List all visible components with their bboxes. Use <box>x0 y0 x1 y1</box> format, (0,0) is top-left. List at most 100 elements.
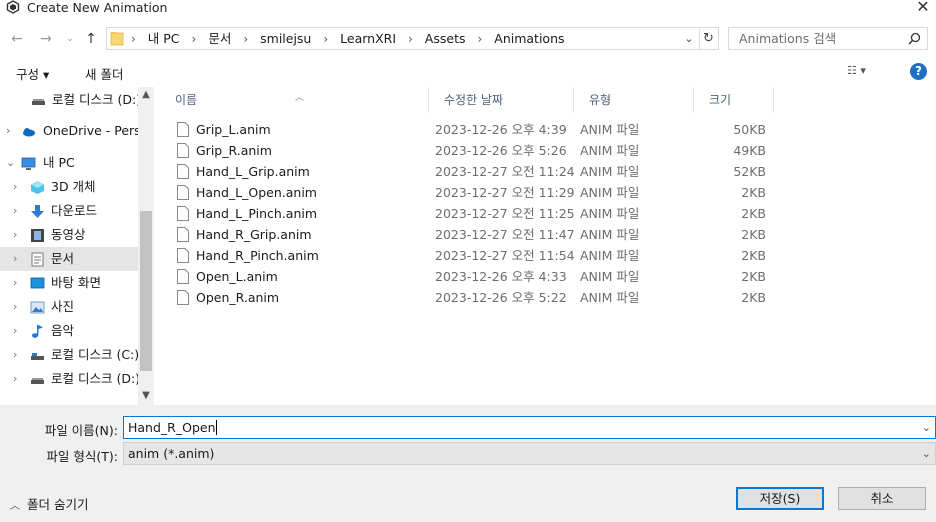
sidebar-item-label: 문서 <box>51 251 75 266</box>
sidebar-item-videos[interactable]: › 동영상 <box>0 223 138 247</box>
breadcrumb-item[interactable]: Animations <box>494 31 564 46</box>
expand-chevron-icon[interactable]: › <box>13 199 17 223</box>
save-panel: 파일 이름(N): Hand_R_Open ⌄ 파일 형식(T): anim (… <box>0 405 936 522</box>
expand-chevron-icon[interactable]: › <box>13 319 17 343</box>
new-folder-button[interactable]: 새 폴더 <box>85 64 123 83</box>
file-row[interactable]: Hand_L_Pinch.anim 2023-12-27 오전 11:25 AN… <box>160 203 936 224</box>
file-type: ANIM 파일 <box>580 143 640 158</box>
unity-app-icon <box>6 0 20 14</box>
file-date: 2023-12-27 오전 11:29 <box>435 185 575 200</box>
file-size: 50KB <box>733 122 766 137</box>
expand-chevron-icon[interactable]: › <box>13 343 17 367</box>
scroll-up-icon[interactable]: ▲ <box>138 89 154 100</box>
help-icon[interactable]: ? <box>910 63 927 80</box>
save-button[interactable]: 저장(S) <box>736 487 824 510</box>
file-row[interactable]: Hand_L_Grip.anim 2023-12-27 오전 11:24 ANI… <box>160 161 936 182</box>
breadcrumb-item[interactable]: LearnXRI <box>340 31 396 46</box>
file-row[interactable]: Open_R.anim 2023-12-26 오후 5:22 ANIM 파일 2… <box>160 287 936 308</box>
file-row[interactable]: Open_L.anim 2023-12-26 오후 4:33 ANIM 파일 2… <box>160 266 936 287</box>
collapse-chevron-icon[interactable]: ⌄ <box>6 151 15 175</box>
breadcrumb-item[interactable]: Assets <box>425 31 466 46</box>
file-row[interactable]: Grip_L.anim 2023-12-26 오후 4:39 ANIM 파일 5… <box>160 119 936 140</box>
file-icon <box>177 122 189 137</box>
sidebar-item-documents[interactable]: › 문서 <box>0 247 138 271</box>
view-options-icon[interactable]: ☷ ▾ <box>847 64 887 80</box>
up-arrow-icon[interactable]: ↑ <box>81 29 101 49</box>
file-icon <box>177 206 189 221</box>
file-row[interactable]: Hand_L_Open.anim 2023-12-27 오전 11:29 ANI… <box>160 182 936 203</box>
refresh-icon[interactable]: ↻ <box>699 29 717 49</box>
file-name: Hand_L_Pinch.anim <box>196 206 318 221</box>
column-header-type[interactable]: 유형 <box>574 87 694 113</box>
file-row[interactable]: Grip_R.anim 2023-12-26 오후 5:26 ANIM 파일 4… <box>160 140 936 161</box>
column-header-size[interactable]: 크기 <box>694 87 774 113</box>
title-bar: Create New Animation ✕ <box>0 0 936 17</box>
filename-dropdown-icon[interactable]: ⌄ <box>922 417 931 438</box>
filetype-value: anim (*.anim) <box>128 446 215 461</box>
sidebar-item-label: 음악 <box>51 323 75 338</box>
music-icon <box>32 325 43 338</box>
filetype-select[interactable]: anim (*.anim) ⌄ <box>123 442 936 465</box>
breadcrumb-item[interactable]: 문서 <box>208 31 231 46</box>
file-type: ANIM 파일 <box>580 227 640 242</box>
text-caret <box>216 420 217 435</box>
column-header-label: 이름 <box>175 93 198 107</box>
file-icon <box>177 143 189 158</box>
file-icon <box>177 227 189 242</box>
sidebar-item-desktop[interactable]: › 바탕 화면 <box>0 271 138 295</box>
expand-chevron-icon[interactable]: › <box>13 271 17 295</box>
breadcrumb-item[interactable]: smilejsu <box>260 31 311 46</box>
sidebar-item-drive-d[interactable]: › 로컬 디스크 (D:) <box>0 367 140 391</box>
file-row[interactable]: Hand_R_Pinch.anim 2023-12-27 오전 11:54 AN… <box>160 245 936 266</box>
file-icon <box>177 185 189 200</box>
expand-chevron-icon[interactable]: › <box>13 175 17 199</box>
back-arrow-icon[interactable]: ← <box>7 29 27 49</box>
expand-chevron-icon[interactable]: › <box>13 247 17 271</box>
scroll-down-icon[interactable]: ▼ <box>138 390 154 401</box>
organize-menu[interactable]: 구성 ▾ <box>16 64 49 83</box>
file-size: 52KB <box>733 164 766 179</box>
breadcrumb-item[interactable]: 내 PC <box>148 31 180 46</box>
file-name: Grip_L.anim <box>196 122 271 137</box>
file-icon <box>177 269 189 284</box>
expand-chevron-icon[interactable]: › <box>13 295 17 319</box>
video-icon <box>31 229 44 242</box>
filename-input[interactable]: Hand_R_Open ⌄ <box>123 416 936 439</box>
file-date: 2023-12-27 오전 11:47 <box>435 227 575 242</box>
search-box[interactable]: Animations 검색 <box>728 27 928 50</box>
filetype-dropdown-icon[interactable]: ⌄ <box>922 443 931 464</box>
column-header-date[interactable]: 수정한 날짜 <box>429 87 574 113</box>
sidebar-item-onedrive[interactable]: › OneDrive - Personal <box>0 119 154 143</box>
file-icon <box>177 248 189 263</box>
column-header-name[interactable]: 이름 ︿ <box>160 87 429 113</box>
file-row[interactable]: Hand_R_Grip.anim 2023-12-27 오전 11:47 ANI… <box>160 224 936 245</box>
expand-chevron-icon[interactable]: › <box>6 119 10 143</box>
scrollbar-thumb[interactable] <box>140 211 152 371</box>
sidebar-item-music[interactable]: › 음악 <box>0 319 138 343</box>
forward-arrow-icon[interactable]: → <box>36 29 56 49</box>
address-bar[interactable]: › 내 PC › 문서 › smilejsu › LearnXRI › Asse… <box>106 27 719 50</box>
sidebar-scrollbar[interactable]: ▲ ▼ <box>138 87 154 405</box>
sidebar-item-drive-c[interactable]: › 로컬 디스크 (C:) <box>0 343 139 367</box>
hide-folders-toggle[interactable]: ︿ 폴더 숨기기 <box>10 494 88 513</box>
recent-chevron-icon[interactable]: ⌄ <box>60 29 80 49</box>
navigation-pane: 로컬 디스크 (D:) › OneDrive - Personal ⌄ 내 PC… <box>0 87 154 405</box>
cancel-button[interactable]: 취소 <box>838 487 926 510</box>
expand-chevron-icon[interactable]: › <box>13 367 17 391</box>
sidebar-item-this-pc[interactable]: ⌄ 내 PC <box>0 151 138 175</box>
chevron-up-icon: ︿ <box>10 501 20 512</box>
file-name: Hand_L_Open.anim <box>196 185 317 200</box>
expand-chevron-icon[interactable]: › <box>13 223 17 247</box>
sidebar-item-3d-objects[interactable]: › 3D 개체 <box>0 175 138 199</box>
sidebar-item-label: 3D 개체 <box>51 179 96 194</box>
file-date: 2023-12-26 오후 4:33 <box>435 269 567 284</box>
window-title: Create New Animation <box>27 0 168 15</box>
file-type: ANIM 파일 <box>580 164 640 179</box>
address-dropdown-icon[interactable]: ⌄ <box>681 30 697 48</box>
sidebar-item-drive-d-top[interactable]: 로컬 디스크 (D:) <box>0 88 141 112</box>
column-header-label: 유형 <box>589 93 612 107</box>
sidebar-item-pictures[interactable]: › 사진 <box>0 295 138 319</box>
sidebar-item-downloads[interactable]: › 다운로드 <box>0 199 138 223</box>
close-button[interactable]: ✕ <box>910 0 936 16</box>
file-type: ANIM 파일 <box>580 122 640 137</box>
